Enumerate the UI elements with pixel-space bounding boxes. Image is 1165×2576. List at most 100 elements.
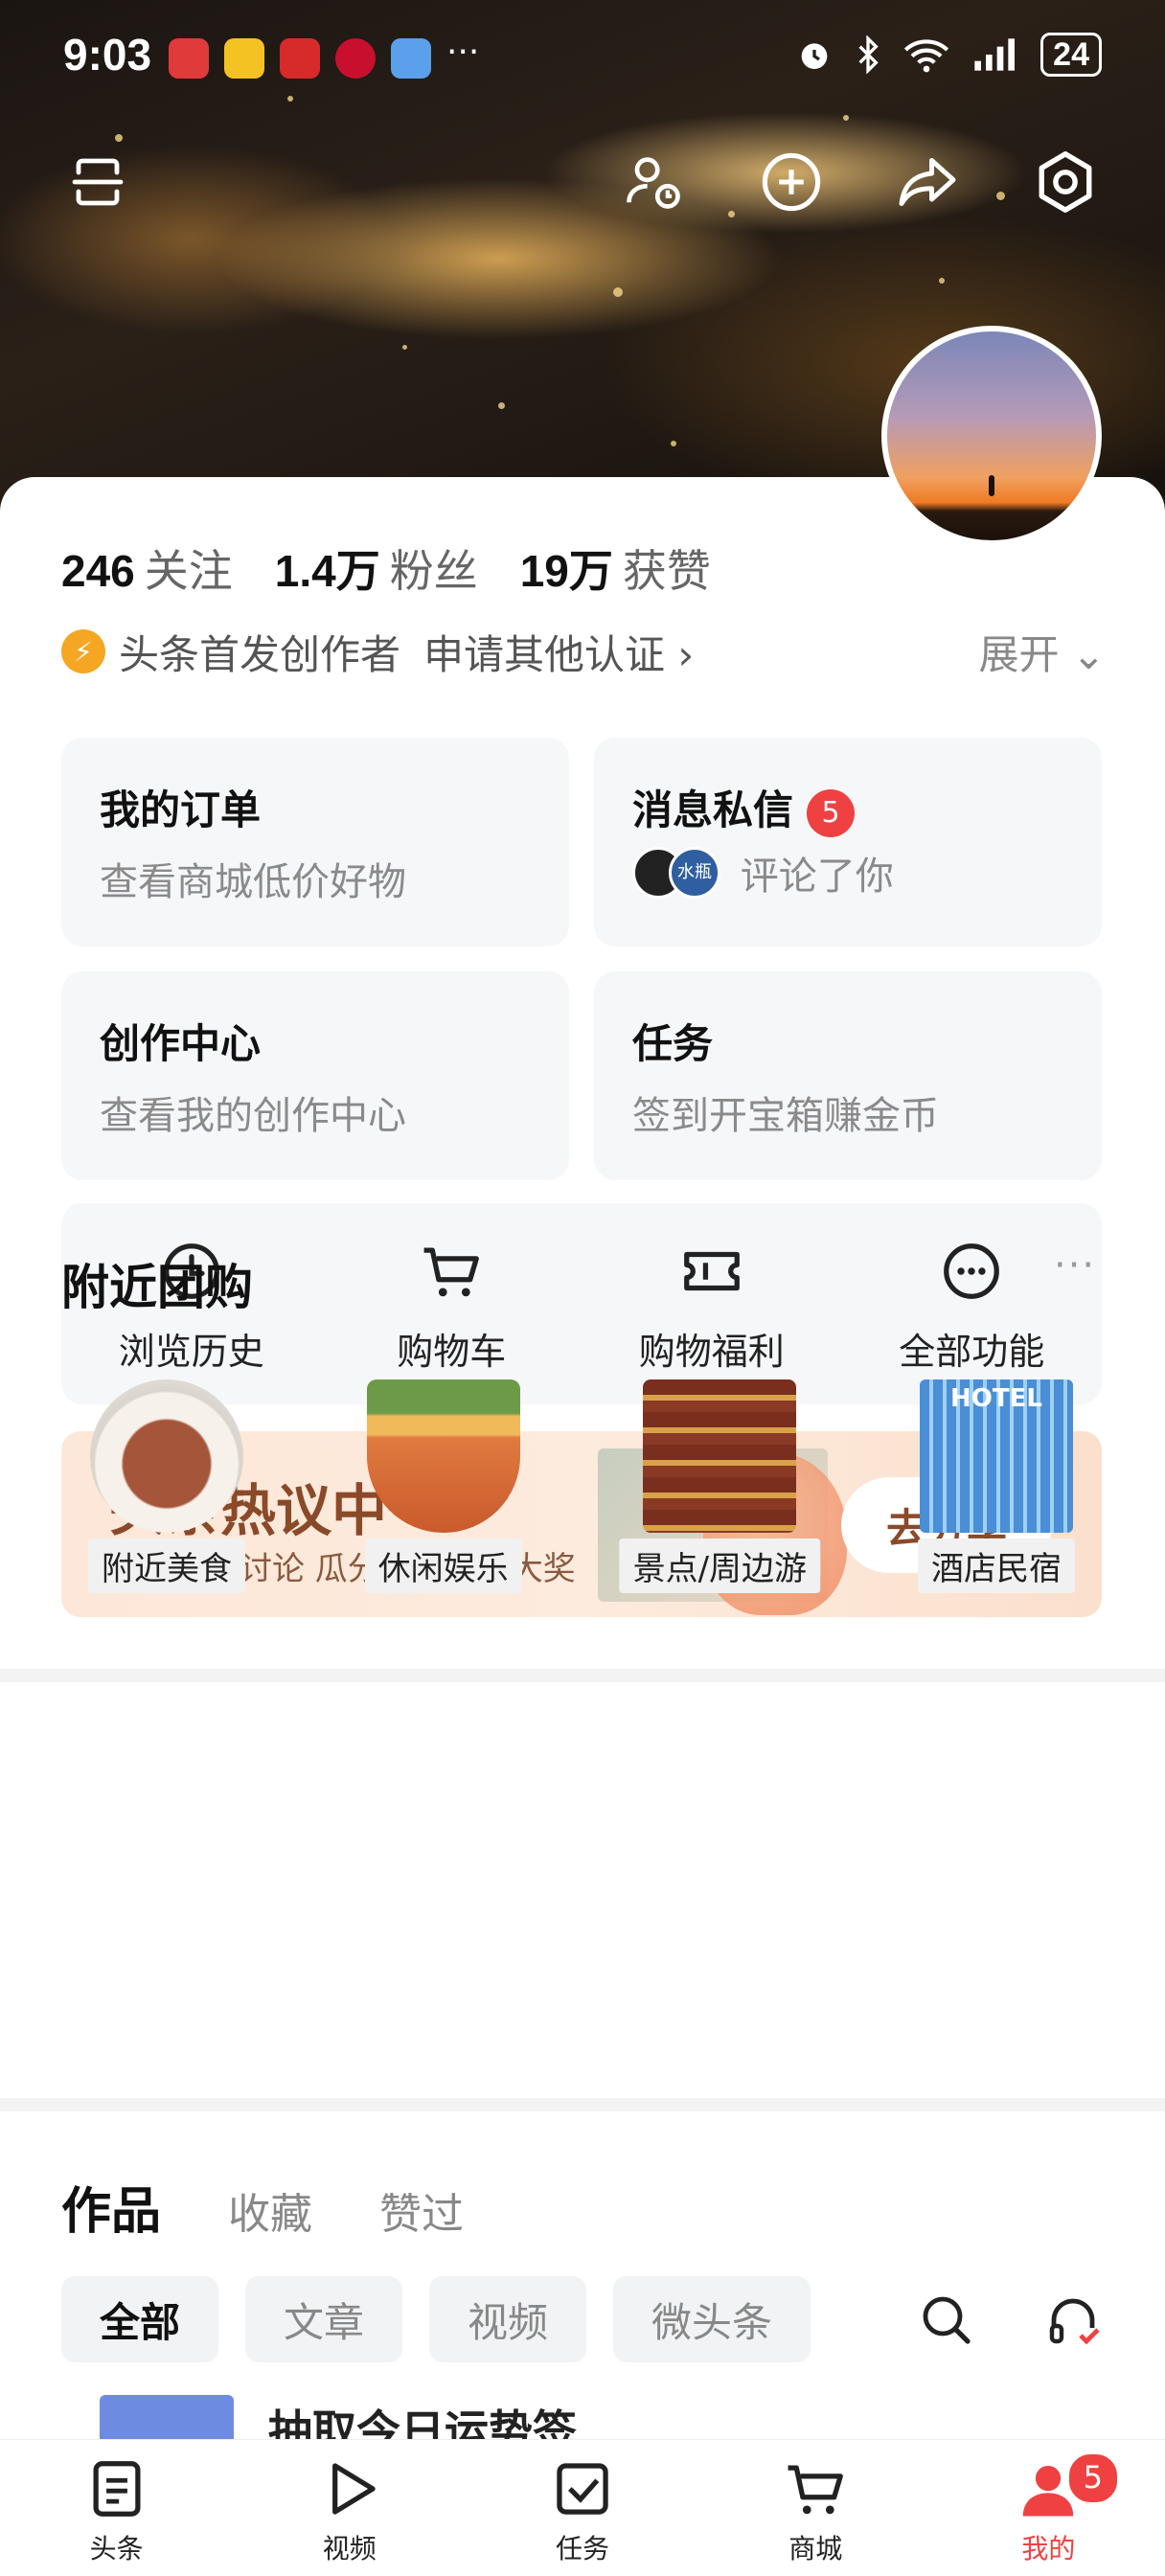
work-item-peek[interactable]: 抽取今日运势签	[61, 2395, 1102, 2439]
followers-label[interactable]: 粉丝	[390, 536, 478, 600]
apply-certification-link[interactable]: 申请其他认证 ›	[423, 623, 694, 681]
nav-profile[interactable]: 我的 5	[932, 2440, 1165, 2576]
steak-plate-image	[90, 1379, 243, 1533]
leisure-label: 休闲娱乐	[364, 1539, 522, 1593]
orders-card-title: 我的订单	[100, 786, 262, 833]
message-count-badge: 5	[807, 788, 856, 837]
hotel-building-image: HOTEL	[919, 1379, 1073, 1533]
following-count[interactable]: 246	[61, 545, 135, 597]
nav-tasks[interactable]: 任务	[466, 2440, 698, 2576]
article-icon	[93, 2461, 141, 2517]
hotels-item[interactable]: HOTEL 酒店民宿	[891, 1370, 1102, 1593]
status-bar: 9:03 ··· 24	[0, 0, 1165, 115]
cart-icon	[423, 1247, 480, 1297]
wifi-icon	[904, 39, 949, 73]
nearby-food-item[interactable]: 附近美食	[61, 1370, 272, 1593]
headphone-icon	[1049, 2298, 1100, 2345]
shopping-benefits-label: 购物福利	[638, 1331, 785, 1373]
profile-notification-badge: 5	[1065, 2451, 1120, 2505]
filter-articles[interactable]: 文章	[245, 2276, 403, 2362]
bottom-nav: 头条 视频 任务 商城 我的 5	[0, 2439, 1165, 2576]
avatar[interactable]	[881, 326, 1102, 546]
bluetooth-icon	[858, 35, 879, 74]
scenic-spots-item[interactable]: 景点/周边游	[614, 1370, 825, 1593]
work-thumbnail	[100, 2395, 234, 2439]
scenic-spots-label: 景点/周边游	[619, 1539, 821, 1593]
expand-button[interactable]: 展开 ⌄	[978, 623, 1106, 681]
add-button[interactable]	[753, 144, 830, 220]
orders-card-subtitle: 查看商城低价好物	[100, 860, 406, 904]
battery-indicator: 24	[1040, 33, 1102, 77]
messages-preview: 水瓶 评论了你	[632, 845, 894, 900]
creator-card-title: 创作中心	[100, 1020, 262, 1067]
tasks-card-subtitle: 签到开宝箱赚金币	[632, 1094, 939, 1138]
bank-app-icon	[335, 38, 376, 79]
profile-stats: 246 关注 1.4万 粉丝 19万 获赞	[61, 536, 753, 600]
nav-video-label: 视频	[322, 2533, 377, 2565]
nav-video[interactable]: 视频	[233, 2440, 466, 2576]
section-divider	[0, 2098, 1165, 2111]
ticket-icon	[683, 1251, 740, 1291]
visitor-clock-icon	[627, 157, 680, 209]
listen-button[interactable]	[1035, 2282, 1111, 2359]
messages-card-title: 消息私信	[632, 786, 794, 833]
likes-count[interactable]: 19万	[520, 536, 613, 600]
share-icon	[899, 158, 956, 206]
task-check-icon	[557, 2463, 608, 2515]
filter-all[interactable]: 全部	[61, 2276, 219, 2362]
work-title: 抽取今日运势签	[268, 2405, 577, 2439]
creator-card-subtitle: 查看我的创作中心	[100, 1094, 406, 1138]
tasks-card-title: 任务	[632, 1020, 714, 1067]
huawei-app-icon	[280, 38, 320, 79]
tab-favorites[interactable]: 收藏	[228, 2179, 312, 2241]
likes-label[interactable]: 获赞	[623, 536, 711, 600]
plus-circle-icon	[762, 152, 821, 212]
all-functions-label: 全部功能	[899, 1331, 1045, 1373]
visitor-button[interactable]	[615, 144, 692, 220]
profile-toolbar	[0, 144, 1165, 230]
works-filters: 全部 文章 视频 微头条	[61, 2276, 811, 2362]
works-tabs: 作品 收藏 赞过	[61, 2171, 531, 2243]
creator-center-card[interactable]: 创作中心 查看我的创作中心	[61, 971, 569, 1180]
gear-icon	[1039, 151, 1092, 213]
filter-videos[interactable]: 视频	[429, 2276, 587, 2362]
status-time: 9:03	[63, 30, 152, 80]
section-divider	[0, 1669, 1165, 1682]
share-button[interactable]	[889, 144, 966, 220]
more-notifications-icon: ···	[446, 33, 480, 72]
pagoda-image	[643, 1379, 797, 1533]
following-label[interactable]: 关注	[145, 536, 233, 600]
tab-liked[interactable]: 赞过	[379, 2179, 464, 2241]
notification-app-icon	[169, 38, 209, 79]
nearby-categories: 附近美食 休闲娱乐 景点/周边游 HOTEL 酒店民宿	[61, 1370, 1102, 1593]
profile-main-panel: 246 关注 1.4万 粉丝 19万 获赞 ⚡ 头条首发创作者 申请其他认证 ›…	[0, 477, 1165, 2575]
tasks-card[interactable]: 任务 签到开宝箱赚金币	[594, 971, 1102, 1180]
silhouette-figure	[989, 475, 994, 496]
filter-micro-posts[interactable]: 微头条	[613, 2276, 811, 2362]
commenter-avatar: 水瓶	[669, 847, 720, 899]
tab-works[interactable]: 作品	[61, 2171, 161, 2243]
nav-headlines[interactable]: 头条	[0, 2440, 233, 2576]
cart-label: 购物车	[397, 1331, 507, 1373]
settings-button[interactable]	[1027, 144, 1104, 220]
play-icon	[331, 2463, 376, 2515]
search-works-button[interactable]	[908, 2282, 985, 2359]
weibo-app-icon	[224, 38, 264, 79]
nav-mall[interactable]: 商城	[699, 2440, 932, 2576]
messages-card-title-row: 消息私信 5	[632, 778, 856, 837]
orders-card[interactable]: 我的订单 查看商城低价好物	[61, 738, 569, 946]
browse-history-label: 浏览历史	[118, 1331, 264, 1373]
hotels-label: 酒店民宿	[917, 1539, 1075, 1593]
leisure-item[interactable]: 休闲娱乐	[338, 1370, 549, 1593]
certification-label[interactable]: 头条首发创作者	[119, 623, 400, 681]
more-circle-icon	[944, 1243, 1000, 1299]
cocktail-image	[366, 1379, 520, 1533]
certification-row: ⚡ 头条首发创作者 申请其他认证 › 展开 ⌄	[61, 623, 1106, 680]
mall-cart-icon	[788, 2465, 844, 2515]
nearby-food-label: 附近美食	[88, 1539, 245, 1593]
nearby-section-title: 附近团购	[61, 1260, 253, 1315]
scan-button[interactable]	[59, 144, 136, 220]
messages-card[interactable]: 消息私信 5 水瓶 评论了你	[594, 738, 1102, 946]
nearby-more-button[interactable]: ···	[1054, 1243, 1096, 1288]
followers-count[interactable]: 1.4万	[275, 536, 380, 600]
